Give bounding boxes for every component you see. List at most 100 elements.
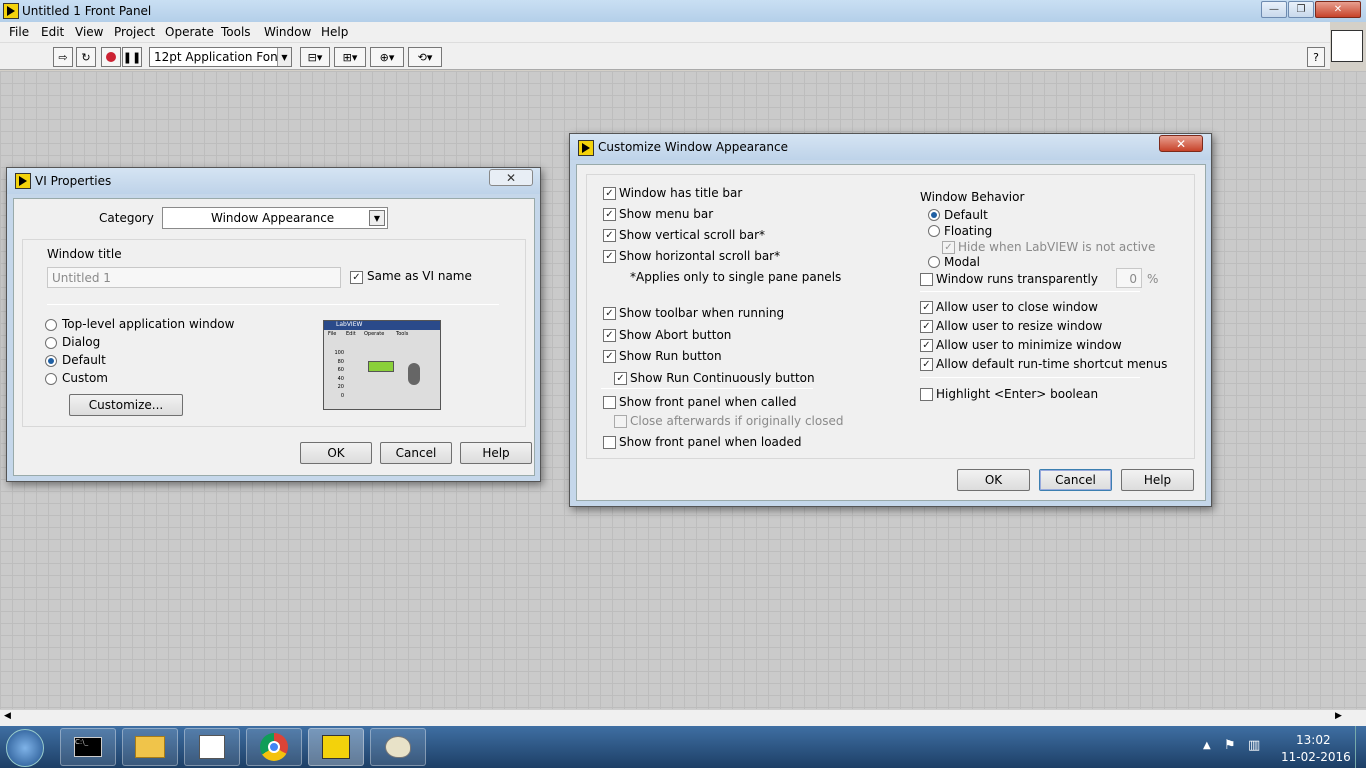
toolbar-checkbox[interactable]: ✓ (603, 307, 616, 320)
labview-icon (3, 3, 19, 19)
chevron-down-icon: ▼ (369, 210, 385, 226)
app-title-bar: Untitled 1 Front Panel — ❐ ✕ (0, 0, 1366, 22)
menu-window[interactable]: Window (264, 25, 311, 39)
run-continuously-icon[interactable]: ↻ (76, 47, 96, 67)
cancel-button[interactable]: Cancel (380, 442, 452, 464)
close-icon[interactable]: ✕ (489, 169, 533, 186)
explorer-icon[interactable] (122, 728, 178, 766)
allow-shortcut-checkbox[interactable]: ✓ (920, 358, 933, 371)
menu-operate[interactable]: Operate (165, 25, 214, 39)
windows-start-icon[interactable] (6, 729, 44, 767)
horizontal-scrollbar[interactable]: ◀ ▶ (0, 709, 1366, 726)
abort-icon[interactable] (101, 47, 121, 67)
pause-icon[interactable]: ❚❚ (122, 47, 142, 67)
radio-top-level[interactable] (45, 319, 57, 331)
allow-close-checkbox[interactable]: ✓ (920, 301, 933, 314)
menu-bar-label: Show menu bar (619, 207, 714, 221)
menu-file[interactable]: File (9, 25, 29, 39)
radio-custom-label: Custom (62, 371, 108, 385)
distribute-objects-icon[interactable]: ⊞▾ (334, 47, 366, 67)
note-text: *Applies only to single pane panels (630, 270, 842, 284)
show-desktop-button[interactable] (1355, 726, 1366, 768)
cmd-icon[interactable]: C:\_ (60, 728, 116, 766)
help-button[interactable]: Help (460, 442, 532, 464)
menu-tools[interactable]: Tools (221, 25, 251, 39)
radio-custom[interactable] (45, 373, 57, 385)
dialog-body: ✓ Window has title bar ✓ Show menu bar ✓… (576, 164, 1206, 501)
help-button[interactable]: Help (1121, 469, 1194, 491)
scroll-left-icon[interactable]: ◀ (4, 711, 11, 721)
run-button-label: Show Run button (619, 349, 722, 363)
run-continuously-checkbox[interactable]: ✓ (614, 372, 627, 385)
menu-bar-checkbox[interactable]: ✓ (603, 208, 616, 221)
preview-menu-item: File (328, 331, 337, 337)
transparency-input[interactable]: 0 (1116, 268, 1142, 288)
behavior-modal-radio[interactable] (928, 256, 940, 268)
abort-button-checkbox[interactable]: ✓ (603, 329, 616, 342)
cancel-button[interactable]: Cancel (1039, 469, 1112, 491)
clock-time[interactable]: 13:02 (1296, 733, 1331, 747)
vertical-scroll-checkbox[interactable]: ✓ (603, 229, 616, 242)
radio-default[interactable] (45, 355, 57, 367)
show-when-called-checkbox[interactable] (603, 396, 616, 409)
chrome-icon[interactable] (246, 728, 302, 766)
show-when-loaded-checkbox[interactable] (603, 436, 616, 449)
allow-minimize-label: Allow user to minimize window (936, 338, 1122, 352)
customize-button[interactable]: Customize... (69, 394, 183, 416)
allow-resize-label: Allow user to resize window (936, 319, 1103, 333)
behavior-floating-label: Floating (944, 224, 993, 238)
font-select[interactable]: 12pt Application Font ▼ (149, 47, 292, 67)
close-button[interactable]: ✕ (1315, 1, 1361, 18)
flag-icon[interactable]: ⚑ (1224, 738, 1236, 753)
menu-help[interactable]: Help (321, 25, 348, 39)
scroll-right-icon[interactable]: ▶ (1335, 711, 1342, 721)
align-objects-icon[interactable]: ⊟▾ (300, 47, 330, 67)
labview-icon[interactable] (308, 728, 364, 766)
preview-tick: 80 (337, 358, 344, 365)
vi-icon[interactable] (1331, 30, 1363, 62)
dialog-title-bar: VI Properties ✕ (7, 168, 540, 194)
allow-minimize-checkbox[interactable]: ✓ (920, 339, 933, 352)
show-hidden-icons[interactable]: ▲ (1203, 740, 1211, 751)
hide-when-inactive-checkbox[interactable]: ✓ (942, 241, 955, 254)
behavior-default-radio[interactable] (928, 209, 940, 221)
ok-button[interactable]: OK (957, 469, 1030, 491)
transparent-checkbox[interactable] (920, 273, 933, 286)
highlight-enter-checkbox[interactable] (920, 388, 933, 401)
menu-project[interactable]: Project (114, 25, 155, 39)
menu-bar: File Edit View Project Operate Tools Win… (0, 22, 1330, 43)
horizontal-scroll-checkbox[interactable]: ✓ (603, 250, 616, 263)
close-afterwards-checkbox[interactable] (614, 415, 627, 428)
allow-shortcut-label: Allow default run-time shortcut menus (936, 357, 1168, 371)
network-icon[interactable]: ▥ (1248, 738, 1260, 753)
preview-title-bar: LabVIEW (324, 321, 440, 330)
resize-objects-icon[interactable]: ⊕▾ (370, 47, 404, 67)
preview-title: LabVIEW (336, 321, 363, 328)
menu-edit[interactable]: Edit (41, 25, 64, 39)
minimize-button[interactable]: — (1261, 1, 1287, 18)
paint-icon[interactable] (370, 728, 426, 766)
help-icon[interactable]: ? (1307, 47, 1325, 67)
allow-close-label: Allow user to close window (936, 300, 1098, 314)
divider (47, 304, 499, 305)
run-arrow-icon[interactable]: ⇨ (53, 47, 73, 67)
behavior-modal-label: Modal (944, 255, 980, 269)
notepad-icon[interactable] (184, 728, 240, 766)
clock-date[interactable]: 11-02-2016 (1281, 750, 1351, 764)
maximize-button[interactable]: ❐ (1288, 1, 1314, 18)
close-icon[interactable]: ✕ (1159, 135, 1203, 152)
category-select[interactable]: Window Appearance ▼ (162, 207, 388, 229)
radio-dialog[interactable] (45, 337, 57, 349)
same-as-vi-checkbox[interactable]: ✓ (350, 271, 363, 284)
ok-button[interactable]: OK (300, 442, 372, 464)
allow-resize-checkbox[interactable]: ✓ (920, 320, 933, 333)
window-title-field[interactable]: Untitled 1 (47, 267, 341, 288)
behavior-floating-radio[interactable] (928, 225, 940, 237)
reorder-icon[interactable]: ⟲▾ (408, 47, 442, 67)
run-button-checkbox[interactable]: ✓ (603, 350, 616, 363)
vertical-scroll-label: Show vertical scroll bar* (619, 228, 765, 242)
menu-view[interactable]: View (75, 25, 103, 39)
title-bar-checkbox[interactable]: ✓ (603, 187, 616, 200)
transparent-label: Window runs transparently (936, 272, 1098, 286)
preview-menu-item: Tools (396, 331, 409, 337)
